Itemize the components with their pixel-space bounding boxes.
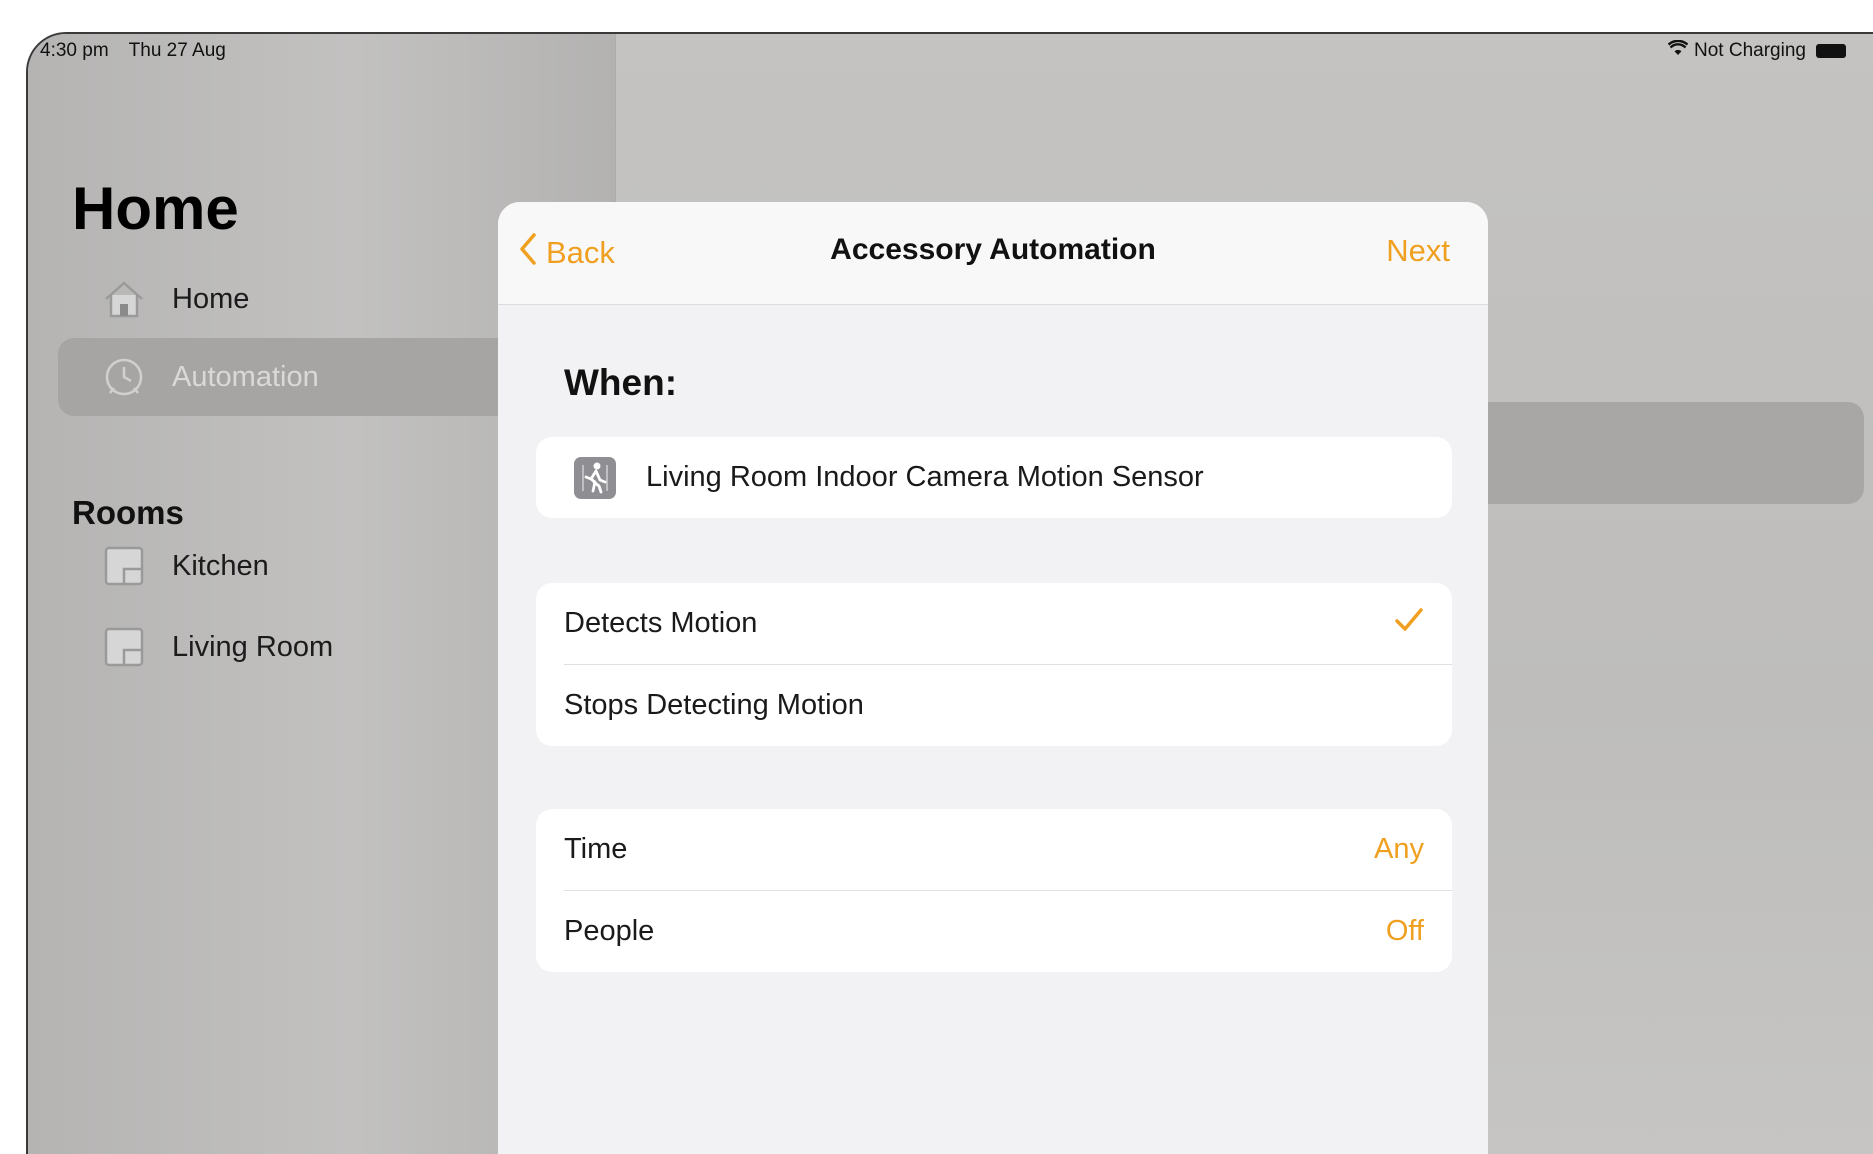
house-icon [102,277,146,321]
when-label: When: [564,362,678,403]
motion-sensor-icon [574,456,616,499]
status-bar-left: 4:30 pm Thu 27 Aug [40,40,246,62]
condition-value: Off [1385,915,1424,947]
trigger-label: Stops Detecting Motion [564,689,864,721]
sidebar-title: Home [72,175,239,242]
accessory-automation-sheet: Back Accessory Automation Next When: Liv… [498,202,1488,1154]
checkmark-icon [1394,606,1424,642]
battery-icon [1815,44,1846,58]
trigger-stops-detecting-motion[interactable]: Stops Detecting Motion [536,665,1452,746]
status-time: 4:30 pm [40,40,109,61]
condition-label: People [564,915,655,947]
sidebar-item-label: Living Room [172,630,334,663]
condition-time[interactable]: Time Any [536,809,1452,890]
accessory-row[interactable]: Living Room Indoor Camera Motion Sensor [536,437,1452,518]
condition-value: Any [1374,833,1424,865]
selected-automation-row [1448,402,1864,504]
clock-icon [102,355,146,399]
sheet-title: Accessory Automation [830,233,1156,266]
sidebar-item-label: Automation [172,360,319,393]
room-icon [102,625,146,669]
accessory-name: Living Room Indoor Camera Motion Sensor [646,461,1204,493]
condition-people[interactable]: People Off [536,891,1452,972]
trigger-label: Detects Motion [564,607,758,639]
status-date: Thu 27 Aug [128,40,226,61]
condition-label: Time [564,833,628,865]
sheet-navbar: Back Accessory Automation Next [498,202,1488,305]
ipad-screen: 4:30 pm Thu 27 Aug Not Charging Home Home… [26,32,1873,1154]
wifi-icon [1667,39,1689,62]
conditions-card: Time Any People Off [536,809,1452,972]
room-icon [102,544,146,588]
accessory-card: Living Room Indoor Camera Motion Sensor [536,437,1452,518]
charging-status: Not Charging [1694,40,1806,61]
sidebar-item-label: Home [172,282,250,315]
status-bar-right: Not Charging [1667,39,1846,62]
trigger-detects-motion[interactable]: Detects Motion [536,583,1452,664]
next-button[interactable]: Next [1386,233,1450,269]
sidebar-item-label: Kitchen [172,549,269,582]
trigger-card: Detects Motion Stops Detecting Motion [536,583,1452,746]
